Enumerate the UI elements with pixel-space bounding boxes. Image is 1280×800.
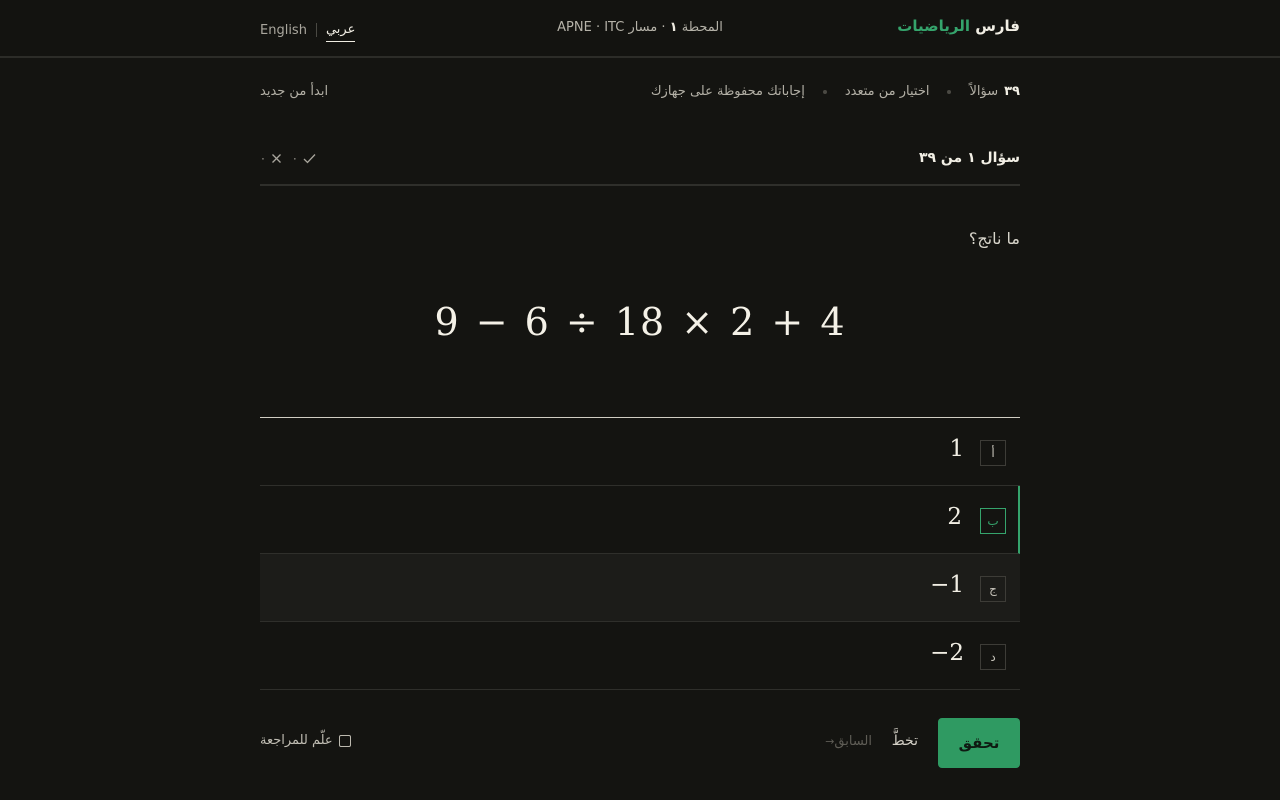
question-type: اختيار من متعدد [844, 84, 930, 99]
question-count: ٣٩ [1004, 84, 1020, 99]
lang-arabic-button[interactable]: عربي [325, 22, 356, 42]
lang-english-button[interactable]: English [260, 23, 307, 38]
option-value: −2 [930, 640, 964, 666]
option-a[interactable]: أ 1 [260, 418, 1020, 486]
quiz-meta: ٣٩ سؤالاً اختيار من متعدد إجاباتك محفوظة… [651, 84, 1020, 99]
correct-count: ٠ [291, 152, 298, 165]
option-letter: ج [980, 576, 1006, 602]
question-header: سؤال ١ من ٣٩ ٠ ٠ [260, 150, 1020, 186]
check-icon [303, 154, 316, 164]
option-c[interactable]: ج −1 [260, 554, 1020, 622]
language-switcher: English عربي [260, 18, 356, 42]
x-icon [271, 154, 281, 163]
option-b[interactable]: ب 2 [260, 486, 1020, 554]
previous-button[interactable]: السابق → [817, 734, 872, 749]
score-tally: ٠ ٠ [260, 152, 316, 165]
station-number: ١ [669, 20, 678, 35]
station-info: المحطة ١ · مسار APNE · ITC [0, 20, 1280, 35]
wrong-count: ٠ [260, 152, 266, 165]
question-footer: تحقق تخطَّ السابق → علّم للمراجعة [260, 718, 1020, 768]
flag-label: علّم للمراجعة [260, 733, 333, 748]
skip-button[interactable]: تخطَّ [892, 733, 918, 749]
question-progress: سؤال ١ من ٣٩ [918, 150, 1020, 166]
check-answer-button[interactable]: تحقق [938, 718, 1020, 768]
option-letter: ب [980, 508, 1006, 534]
top-bar: فارس الرياضيات المحطة ١ · مسار APNE · IT… [0, 0, 1280, 58]
question-count-label: سؤالاً [969, 84, 999, 99]
station-track: · مسار APNE · ITC [557, 20, 670, 35]
answer-options: أ 1 ب 2 ج −1 د −2 [260, 417, 1020, 690]
option-d[interactable]: د −2 [260, 622, 1020, 690]
meta-separator [822, 89, 827, 94]
flag-checkbox[interactable] [338, 734, 351, 747]
option-letter: د [980, 644, 1006, 670]
lang-divider [315, 23, 317, 37]
meta-separator [947, 89, 952, 94]
option-value: −1 [930, 572, 964, 598]
arrow-right-icon: → [825, 735, 835, 748]
option-value: 1 [949, 436, 964, 462]
previous-label: السابق [834, 734, 872, 749]
question-prompt: ما ناتج؟ [968, 229, 1020, 248]
math-expression: 9 − 6 ÷ 18 × 2 + 4 [434, 300, 846, 344]
restart-link[interactable]: ابدأ من جديد [260, 84, 328, 99]
flag-for-review[interactable]: علّم للمراجعة [260, 733, 351, 748]
station-label: المحطة [677, 20, 723, 35]
saved-note: إجاباتك محفوظة على جهازك [650, 84, 805, 99]
option-value: 2 [947, 504, 962, 530]
option-letter: أ [980, 440, 1006, 466]
